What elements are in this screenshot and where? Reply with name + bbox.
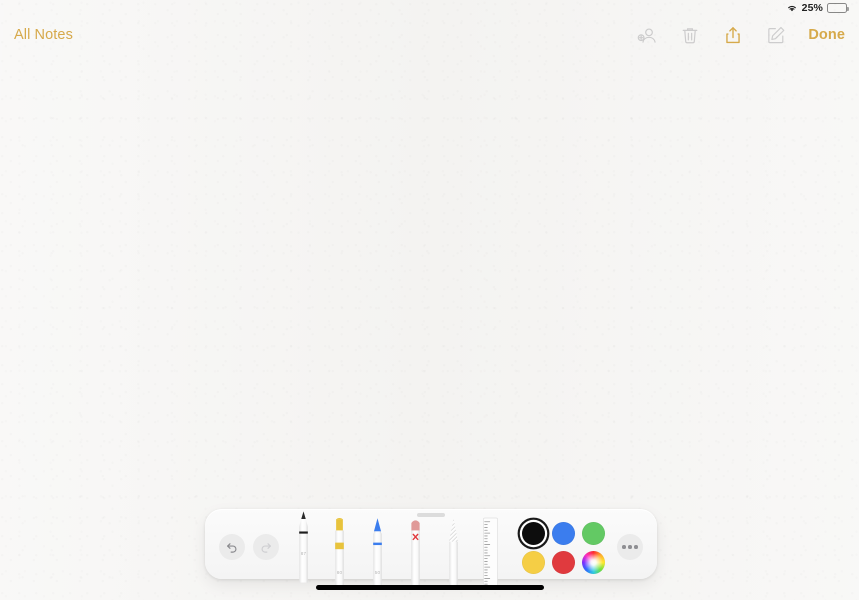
add-collaborator-icon[interactable] — [636, 24, 658, 47]
color-swatch-grid — [519, 520, 608, 576]
battery-icon — [827, 3, 849, 13]
wifi-icon — [786, 3, 798, 13]
ellipsis-dot — [628, 545, 632, 549]
navigation-bar: All Notes Done — [0, 16, 859, 54]
tool-marker[interactable]: 50 — [370, 513, 385, 591]
color-swatch-red[interactable] — [552, 551, 575, 574]
color-swatch-yellow[interactable] — [522, 551, 545, 574]
battery-percentage: 25% — [801, 2, 823, 14]
done-button[interactable]: Done — [808, 27, 845, 43]
tool-pen-opacity: 87 — [300, 551, 307, 556]
drawing-tools-group: 87 80 50 — [284, 509, 509, 590]
ellipsis-dot — [622, 545, 626, 549]
home-indicator[interactable] — [315, 585, 544, 590]
redo-button[interactable] — [253, 534, 279, 560]
tool-lasso[interactable] — [446, 513, 461, 591]
compose-icon[interactable] — [765, 24, 787, 47]
tool-pen[interactable]: 87 — [296, 507, 311, 585]
markup-tool-palette: 87 80 50 — [205, 509, 657, 590]
color-picker-wheel[interactable] — [582, 551, 605, 574]
share-icon[interactable] — [722, 24, 744, 47]
undo-button[interactable] — [219, 534, 245, 560]
color-swatch-black[interactable] — [522, 522, 545, 545]
ellipsis-dot — [634, 545, 638, 549]
tool-highlighter[interactable]: 80 — [332, 513, 347, 591]
color-swatch-blue[interactable] — [552, 522, 575, 545]
tool-eraser[interactable] — [408, 513, 423, 591]
tool-highlighter-opacity: 80 — [336, 570, 343, 575]
status-bar: 25% — [0, 0, 859, 16]
nav-actions: Done — [636, 24, 859, 47]
color-swatch-green[interactable] — [582, 522, 605, 545]
all-notes-back-button[interactable]: All Notes — [14, 27, 73, 43]
more-options-button[interactable] — [617, 534, 643, 560]
tool-marker-opacity: 50 — [374, 570, 381, 575]
trash-icon[interactable] — [679, 24, 701, 47]
undo-redo-group — [219, 534, 279, 560]
tool-ruler[interactable] — [482, 513, 499, 591]
